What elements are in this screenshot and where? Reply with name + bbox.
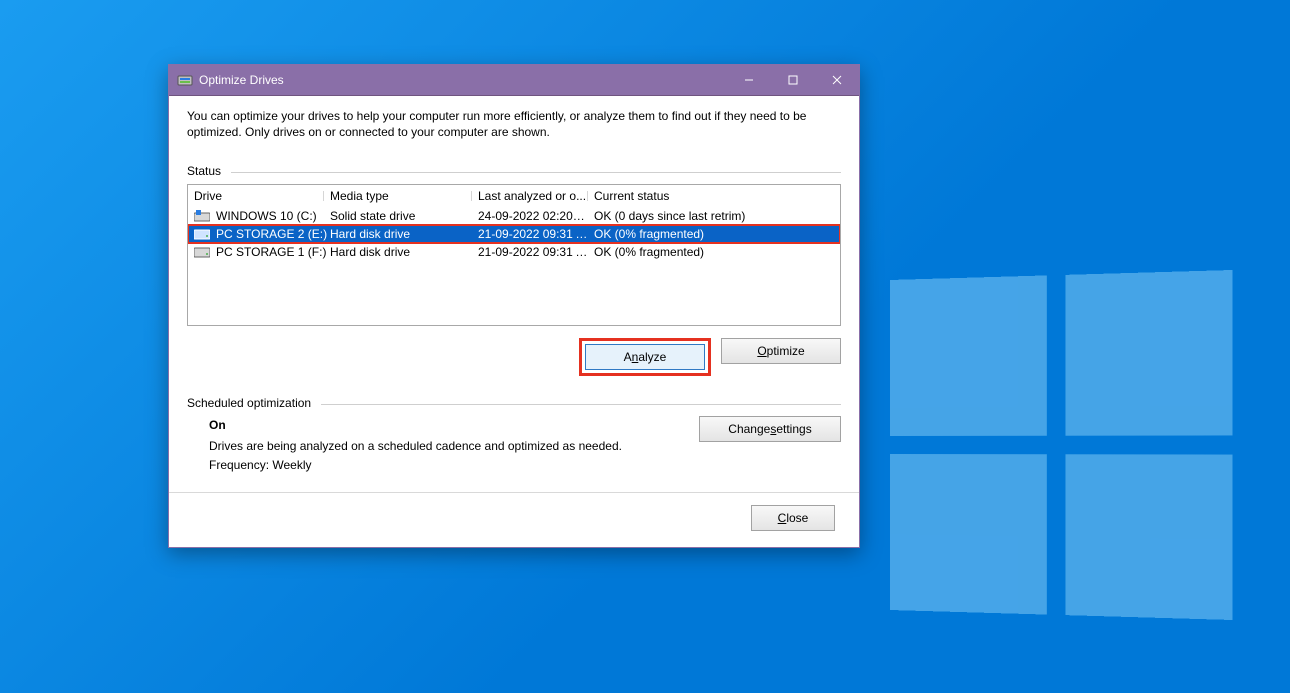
- minimize-button[interactable]: [727, 65, 771, 95]
- drive-media: Hard disk drive: [330, 227, 478, 241]
- drive-last: 24-09-2022 02:20 P...: [478, 209, 594, 223]
- optimize-button[interactable]: Optimize: [721, 338, 841, 364]
- divider: [321, 404, 841, 405]
- drive-row[interactable]: WINDOWS 10 (C:)Solid state drive24-09-20…: [188, 207, 840, 225]
- scheduled-state: On: [209, 416, 622, 435]
- drive-list[interactable]: Drive Media type Last analyzed or o... C…: [187, 184, 841, 326]
- drive-row[interactable]: PC STORAGE 2 (E:)Hard disk drive21-09-20…: [188, 225, 840, 243]
- change-settings-button[interactable]: Change settings: [699, 416, 841, 442]
- optimize-drives-window: Optimize Drives You can optimize your dr…: [168, 64, 860, 548]
- close-dialog-button[interactable]: Close: [751, 505, 835, 531]
- divider: [231, 172, 841, 173]
- status-heading: Status: [187, 164, 221, 178]
- drive-status: OK (0% fragmented): [594, 227, 834, 241]
- analyze-button[interactable]: Analyze: [585, 344, 705, 370]
- scheduled-freq: Frequency: Weekly: [209, 456, 622, 475]
- drive-name: PC STORAGE 1 (F:): [194, 245, 330, 259]
- drive-list-header[interactable]: Drive Media type Last analyzed or o... C…: [188, 185, 840, 207]
- analyze-highlight: Analyze: [579, 338, 711, 376]
- drive-row[interactable]: PC STORAGE 1 (F:)Hard disk drive21-09-20…: [188, 243, 840, 261]
- titlebar[interactable]: Optimize Drives: [169, 65, 859, 96]
- drive-last: 21-09-2022 09:31 A...: [478, 245, 594, 259]
- window-title: Optimize Drives: [199, 73, 284, 87]
- close-button[interactable]: [815, 65, 859, 95]
- drive-name: WINDOWS 10 (C:): [194, 209, 330, 223]
- col-drive[interactable]: Drive: [194, 189, 330, 203]
- drive-last: 21-09-2022 09:31 A...: [478, 227, 594, 241]
- maximize-button[interactable]: [771, 65, 815, 95]
- drive-status: OK (0% fragmented): [594, 245, 834, 259]
- windows-logo: [890, 270, 1232, 620]
- drive-media: Solid state drive: [330, 209, 478, 223]
- col-media[interactable]: Media type: [330, 189, 478, 203]
- col-last[interactable]: Last analyzed or o...: [478, 189, 594, 203]
- col-status[interactable]: Current status: [594, 189, 834, 203]
- scheduled-heading: Scheduled optimization: [187, 396, 311, 410]
- drive-name: PC STORAGE 2 (E:): [194, 227, 330, 241]
- scheduled-desc: Drives are being analyzed on a scheduled…: [209, 437, 622, 456]
- drive-media: Hard disk drive: [330, 245, 478, 259]
- app-icon: [177, 72, 193, 88]
- drive-status: OK (0 days since last retrim): [594, 209, 834, 223]
- intro-text: You can optimize your drives to help you…: [187, 108, 841, 140]
